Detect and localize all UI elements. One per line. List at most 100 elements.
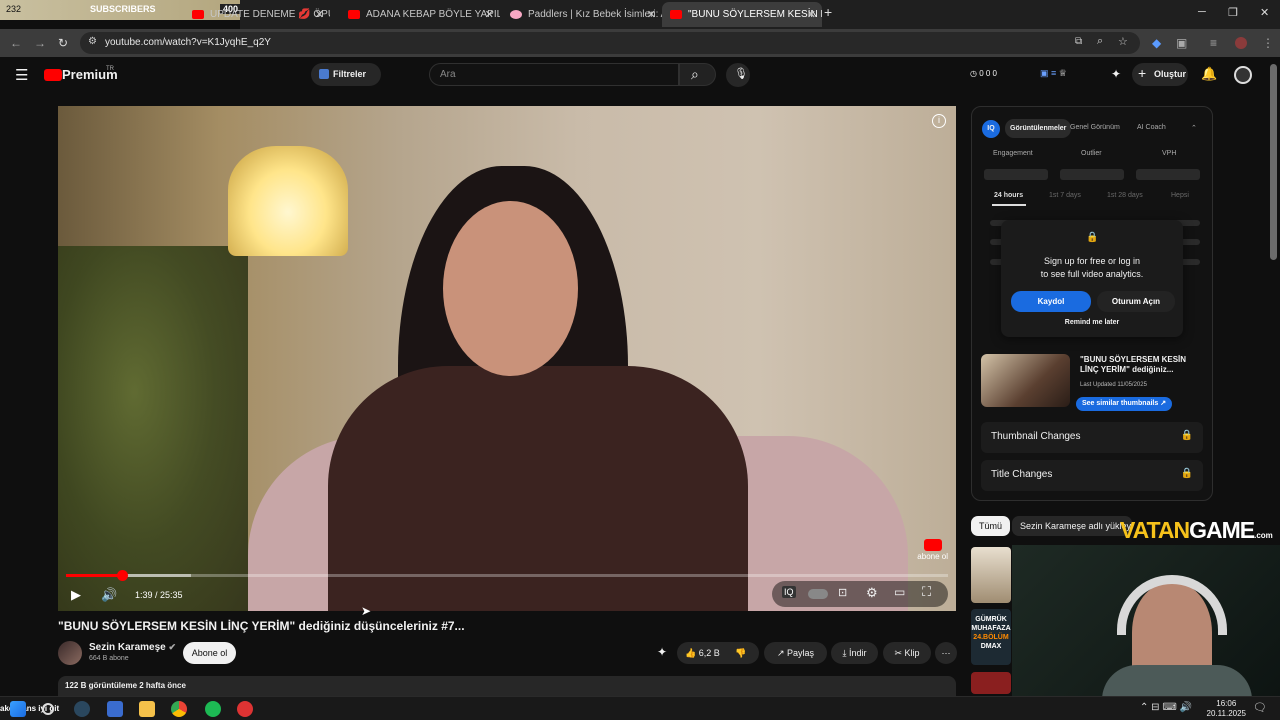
search-box[interactable]: Ara — [429, 63, 679, 86]
dislike-icon[interactable]: 👎 — [735, 642, 746, 664]
subscriber-label: SUBSCRIBERS — [90, 4, 156, 14]
settings-gear-icon[interactable]: ⚙ — [866, 585, 878, 601]
minimize-icon[interactable]: ─ — [1198, 6, 1206, 18]
chip-channel[interactable]: Sezin Karameşe adlı yükleyi — [1012, 516, 1132, 536]
recommended-thumbnail[interactable] — [971, 672, 1011, 694]
thumbnail-changes-row[interactable]: Thumbnail Changes 🔒 — [981, 422, 1203, 453]
login-button[interactable]: Oturum Açın — [1097, 291, 1175, 312]
clip-button[interactable]: ✂ Klip — [883, 642, 931, 664]
taskbar: akcialans iyi git ⌃ ⊟ ⌨ 🔊 16:06 20.11.20… — [0, 696, 1280, 720]
chrome-icon[interactable] — [171, 701, 187, 717]
close-icon[interactable]: ✕ — [647, 8, 656, 21]
hamburger-menu-icon[interactable]: ☰ — [15, 66, 28, 84]
extension-icon[interactable]: ◆ — [1152, 36, 1161, 50]
share-button[interactable]: ↗ Paylaş — [764, 642, 827, 664]
autoplay-toggle[interactable] — [808, 589, 828, 599]
progress-bar[interactable] — [66, 570, 948, 581]
tray-icons[interactable]: ⌃ ⊟ ⌨ 🔊 — [1140, 702, 1192, 713]
app-icon[interactable] — [237, 701, 253, 717]
recommended-thumbnail[interactable]: GÜMRÜK MUHAFAZA 24.BÖLÜM DMAX — [971, 609, 1011, 665]
steam-icon[interactable] — [74, 701, 90, 717]
store-icon[interactable] — [107, 701, 123, 717]
ext-iq-icon[interactable]: IQ — [782, 586, 796, 598]
recommended-thumbnail[interactable] — [971, 547, 1011, 603]
chip-all[interactable]: Tümü — [971, 516, 1011, 536]
system-clock[interactable]: 16:06 20.11.2025 — [1207, 699, 1246, 719]
ext-badge-icon[interactable]: ✦ — [657, 645, 667, 659]
restore-icon[interactable]: ❐ — [1228, 6, 1238, 19]
similar-thumbnails-button[interactable]: See similar thumbnails ↗ — [1076, 397, 1173, 411]
url-box[interactable]: ⚙ youtube.com/watch?v=K1JyqhE_q2Y ⧉ ⌕ ☆ — [80, 32, 1140, 54]
page-scrollbar[interactable] — [1270, 64, 1277, 260]
cast-extension-icon[interactable]: ✦ — [1111, 67, 1121, 81]
more-actions-button[interactable]: ⋯ — [935, 642, 957, 664]
media-icon[interactable]: ≡ — [1210, 36, 1217, 50]
channel-name[interactable]: Sezin Karameşe ✔ — [89, 642, 176, 653]
profile-icon[interactable] — [1235, 37, 1247, 49]
volume-icon[interactable]: 🔊 — [101, 587, 117, 603]
period-1st-7-days[interactable]: 1st 7 days — [1049, 192, 1081, 199]
tab-bunu-soylersem[interactable]: "BUNU SÖYLERSEM KESİN L ✕ — [662, 2, 822, 27]
forward-icon[interactable]: → — [34, 36, 46, 50]
period-1st-28-days[interactable]: 1st 28 days — [1107, 192, 1143, 199]
file-explorer-icon[interactable] — [139, 701, 155, 717]
title-changes-label: Title Changes — [991, 469, 1053, 480]
like-button[interactable]: 👍 6,2 B — [685, 642, 720, 664]
share-label: Paylaş — [787, 648, 815, 658]
period-24-hours[interactable]: 24 hours — [994, 192, 1023, 199]
voice-search-button[interactable]: 🎙 — [726, 63, 750, 87]
filters-button[interactable]: Filtreler — [311, 63, 381, 86]
subscribe-button[interactable]: Abone ol — [183, 642, 236, 664]
download-button[interactable]: ⤓ İndir — [831, 642, 878, 664]
puzzle-icon[interactable]: ▣ — [1176, 36, 1187, 50]
site-info-icon[interactable]: ⚙ — [88, 36, 97, 47]
spotify-icon[interactable] — [205, 701, 221, 717]
period-all[interactable]: Hepsi — [1171, 192, 1189, 199]
signup-button[interactable]: Kaydol — [1011, 291, 1091, 312]
clock-time: 16:06 — [1216, 699, 1237, 708]
menu-dots-icon[interactable]: ⋮ — [1262, 36, 1274, 50]
search-taskbar-icon[interactable] — [42, 703, 54, 715]
tab-adana-kebap[interactable]: ADANA KEBAP BÖYLE YAPILIR ✕ — [340, 2, 500, 27]
collapse-chevron-icon[interactable]: ⌃ — [1191, 124, 1197, 132]
subtitles-icon[interactable]: ⊡ — [838, 586, 847, 599]
info-icon[interactable]: i — [932, 114, 946, 128]
zoom-icon[interactable]: ⌕ — [1097, 35, 1103, 48]
subscriber-count: 232 — [6, 4, 22, 14]
tab-ai-coach[interactable]: AI Coach — [1137, 124, 1166, 131]
window-close-icon[interactable]: ✕ — [1260, 6, 1269, 19]
close-icon[interactable]: ✕ — [485, 8, 494, 21]
thumb-text: 24.BÖLÜM — [973, 634, 1009, 641]
thumbnail-updated: Last Updated 11/05/2025 — [1080, 382, 1147, 388]
install-icon[interactable]: ⧉ — [1075, 36, 1082, 47]
views-and-date: 122 B görüntüleme 2 hafta önce — [65, 681, 186, 690]
play-icon[interactable]: ▶ — [71, 587, 81, 603]
theater-mode-icon[interactable]: ▭ — [894, 585, 905, 599]
create-button[interactable]: + Oluştur — [1132, 63, 1188, 86]
remind-later-link[interactable]: Remind me later — [1001, 319, 1183, 326]
logo-part-2: GAME — [1189, 517, 1255, 543]
tab-goruntulenmeler[interactable]: Görüntülenmeler — [1005, 119, 1072, 138]
back-icon[interactable]: ← — [10, 36, 22, 50]
close-icon[interactable]: ✕ — [315, 8, 324, 21]
title-changes-row[interactable]: Title Changes 🔒 — [981, 460, 1203, 491]
subscribe-watermark[interactable]: abone ol — [917, 539, 948, 561]
search-button[interactable]: ⌕ — [679, 63, 716, 86]
notifications-bell-icon[interactable]: 🔔 — [1201, 66, 1217, 82]
channel-avatar[interactable] — [58, 641, 82, 665]
tab-genel-gorunum[interactable]: Genel Görünüm — [1070, 124, 1120, 131]
bookmark-star-icon[interactable]: ☆ — [1118, 35, 1128, 48]
extension-icons[interactable]: ▣ ≡ ♕ — [1040, 68, 1067, 79]
reload-icon[interactable]: ↻ — [58, 36, 68, 50]
new-tab-icon[interactable]: + — [824, 4, 832, 20]
tab-update-deneme[interactable]: UPDATE DENEME 💋 ÖPÜCÜK ✕ — [180, 2, 330, 27]
notification-center-icon[interactable]: 🗨 — [1253, 701, 1267, 714]
video-player[interactable]: i abone ol ▶ 🔊 1:39 / 25:35 IQ ⊡ ⚙ ▭ ⛶ — [58, 106, 956, 611]
vatangame-logo: VATANGAME.com — [1120, 517, 1273, 544]
fullscreen-icon[interactable]: ⛶ — [922, 584, 931, 600]
description-box[interactable]: 122 B görüntüleme 2 hafta önce — [58, 676, 956, 696]
tab-paddlers[interactable]: Paddlers | Kız Bebek İsimleri: Ar ✕ — [502, 2, 662, 27]
windows-start-icon[interactable] — [10, 701, 26, 717]
account-avatar[interactable] — [1234, 66, 1252, 84]
close-icon[interactable]: ✕ — [807, 8, 816, 21]
